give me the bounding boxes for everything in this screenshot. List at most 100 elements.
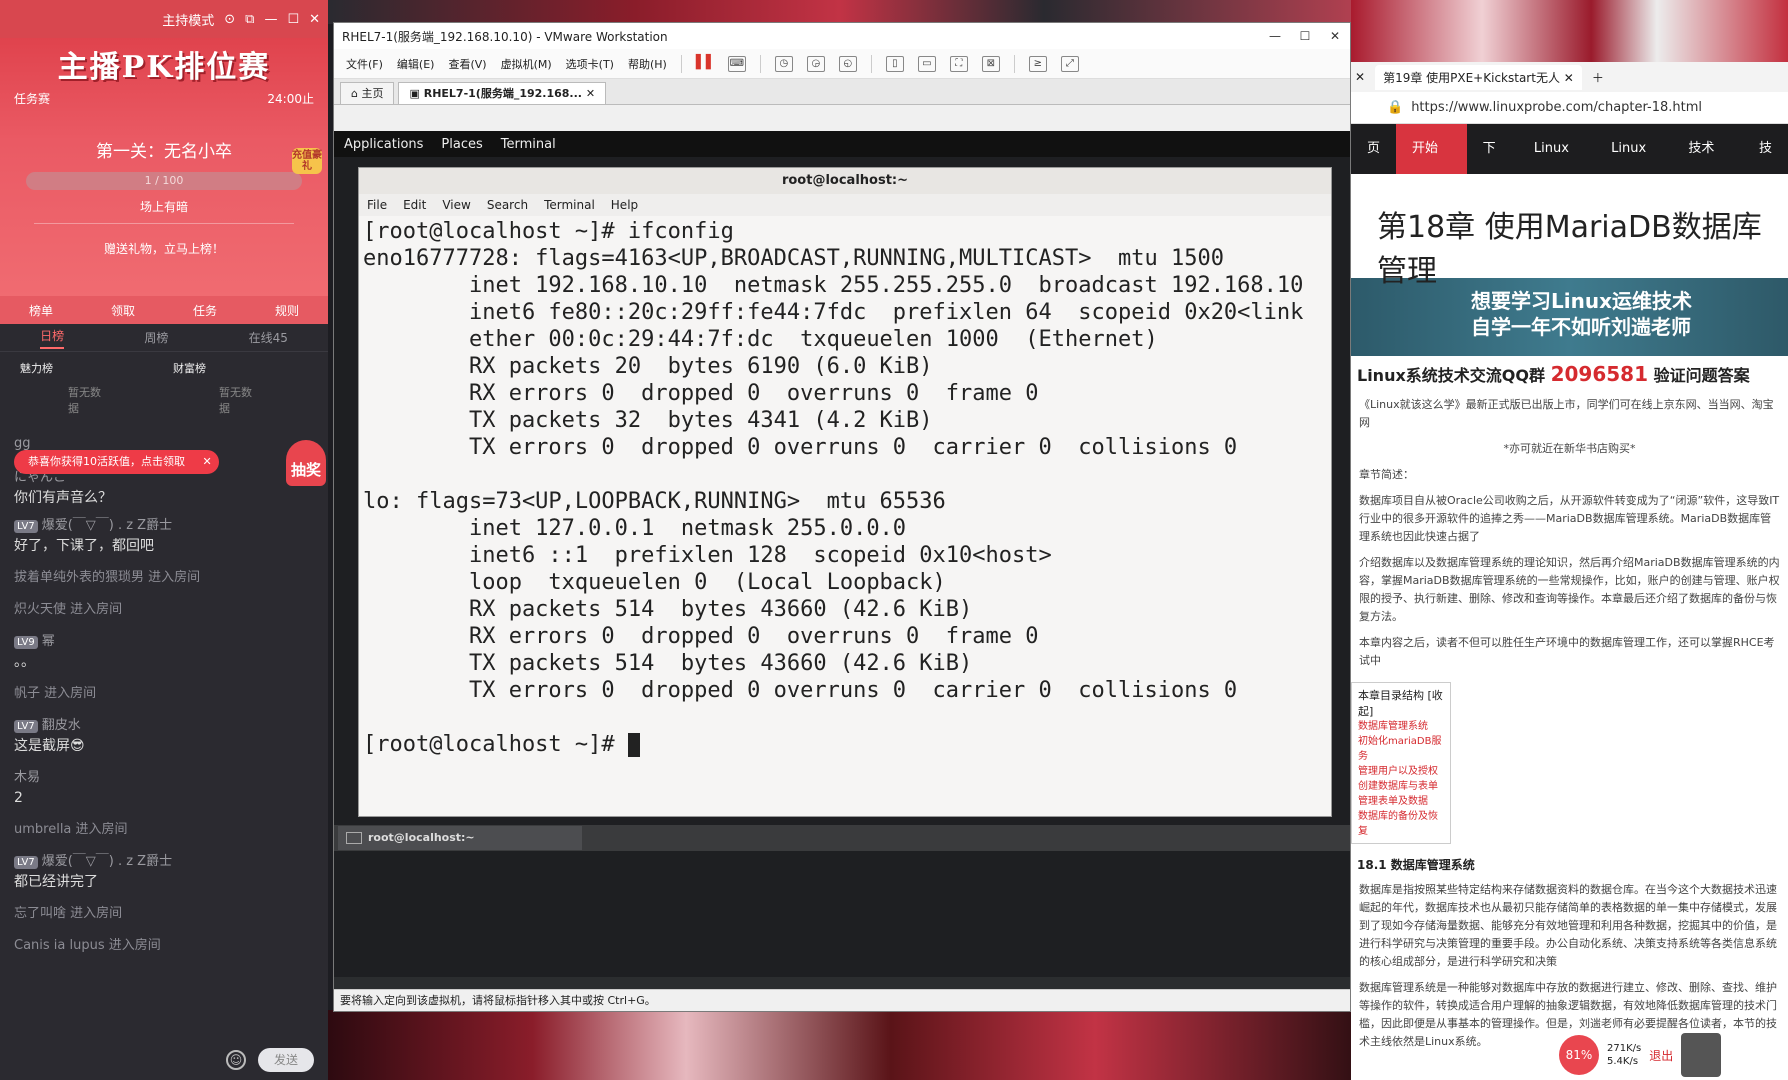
close-icon[interactable]: ✕ (1564, 71, 1574, 85)
tray-widget: 81% 271K/s 5.4K/s 退出 (1553, 1030, 1788, 1080)
level-badge: LV7 (14, 720, 38, 733)
reward-toast[interactable]: 恭喜你获得10活跃值，点击领取 ✕ (14, 450, 219, 474)
taskbar-terminal-item[interactable]: root@localhost:~ (338, 826, 582, 850)
terminal-line: lo: flags=73<UP,LOOPBACK,RUNNING> mtu 65… (363, 489, 946, 514)
popout-icon[interactable]: ⧉ (245, 12, 254, 27)
memory-percent[interactable]: 81% (1559, 1035, 1599, 1075)
tab-task[interactable]: 任务 (193, 302, 217, 319)
nav-item-download[interactable]: 下载 (1467, 124, 1518, 206)
tab-weekly[interactable]: 周榜 (144, 329, 168, 346)
terminal-menu-search[interactable]: Search (487, 194, 528, 216)
paragraph: 介绍数据库以及数据库管理系统的理论知识，然后再介绍MariaDB数据库管理系统的… (1359, 556, 1780, 623)
close-icon[interactable]: ✕ (1355, 70, 1365, 84)
terminal-menubar: File Edit View Search Terminal Help (359, 194, 1331, 216)
menu-help[interactable]: 帮助(H) (628, 56, 667, 72)
terminal-menu-terminal[interactable]: Terminal (544, 194, 595, 216)
maximize-icon[interactable]: ☐ (1290, 29, 1320, 43)
menu-vm[interactable]: 虚拟机(M) (501, 56, 552, 72)
nav-item[interactable]: 技 (1743, 124, 1788, 174)
ad-line: 想要学习Linux运维技术 (1471, 289, 1692, 313)
terminal-line: TX errors 0 dropped 0 overruns 0 carrier… (363, 435, 1238, 460)
terminal-menu-file[interactable]: File (367, 194, 387, 216)
toc-link[interactable]: 创建数据库与表单 (1358, 779, 1444, 794)
thumbnail-icon[interactable]: ▭ (917, 55, 936, 72)
stretch-icon[interactable]: ⤢ (1060, 55, 1079, 72)
terminal-line: eno16777728: flags=4163<UP,BROADCAST,RUN… (363, 246, 1224, 271)
tab-home[interactable]: ⌂ 主页 (340, 82, 395, 104)
chat-text: 。。 (14, 654, 35, 670)
places-menu[interactable]: Places (441, 137, 482, 152)
minimize-icon[interactable]: — (264, 12, 277, 27)
close-icon[interactable]: ✕ (1320, 29, 1350, 43)
toc-link[interactable]: 管理表单及数据 (1358, 794, 1444, 809)
tab-rank[interactable]: 榜单 (29, 302, 53, 319)
pause-icon[interactable]: ▌▌ (696, 55, 716, 72)
terminal-line: inet 127.0.0.1 netmask 255.0.0.0 (363, 516, 907, 541)
chat-message: LV7 爆爱(￣▽￣) . z Z爵士 好了，下课了，都回吧 (14, 516, 314, 556)
vmware-window: RHEL7-1(服务端_192.168.10.10) - VMware Work… (333, 22, 1351, 1012)
url-text[interactable]: https://www.linuxprobe.com/chapter-18.ht… (1411, 100, 1702, 115)
stage-title: 第一关：无名小卒 (96, 142, 232, 162)
terminal-window[interactable]: root@localhost:~ File Edit View Search T… (358, 167, 1332, 817)
nav-item[interactable]: 页 (1351, 124, 1396, 174)
minimize-icon[interactable]: — (1260, 29, 1290, 43)
event-banner[interactable]: 主播PK排位赛 任务赛 24:00止 第一关：无名小卒 1 / 100 场上有暗… (0, 38, 328, 296)
nav-item-tech[interactable]: 技术干货 (1672, 124, 1743, 206)
tab-vm[interactable]: ▣ RHEL7-1(服务端_192.168... ✕ (398, 82, 607, 104)
nav-item-news[interactable]: Linux资讯 (1518, 124, 1595, 206)
terminal-line: RX errors 0 dropped 0 overruns 0 frame 0 (363, 624, 1039, 649)
guest-desktop[interactable]: Applications Places Terminal root@localh… (334, 131, 1350, 1011)
terminal-app-menu[interactable]: Terminal (501, 137, 556, 152)
nav-item-start-reading[interactable]: 开始读书 (1396, 124, 1467, 206)
qq-number: 2096581 (1550, 362, 1648, 386)
menu-tabs[interactable]: 选项卡(T) (566, 56, 614, 72)
send-keys-icon[interactable]: ⌨ (727, 55, 746, 72)
tab-online[interactable]: 在线45 (249, 329, 288, 346)
close-icon[interactable]: ✕ (309, 12, 320, 27)
close-icon[interactable]: ✕ (586, 87, 595, 100)
snapshot-icon[interactable]: ◷ (774, 55, 793, 72)
lottery-button[interactable]: 抽奖 (286, 440, 326, 486)
settings-icon[interactable]: ⊙ (224, 12, 235, 27)
qq-suffix: 验证问题答案 (1653, 366, 1750, 385)
nav-item-books[interactable]: Linux书籍 (1595, 124, 1672, 206)
terminal-menu-view[interactable]: View (442, 194, 470, 216)
library-icon[interactable]: ▯ (885, 55, 904, 72)
terminal-menu-help[interactable]: Help (611, 194, 638, 216)
applications-menu[interactable]: Applications (344, 137, 423, 152)
unity-icon[interactable]: ⊠ (981, 55, 1000, 72)
menu-edit[interactable]: 编辑(E) (397, 56, 435, 72)
tab-rules[interactable]: 规则 (275, 302, 299, 319)
chat-enter-notice: 炽火天使 进入房间 (14, 602, 123, 617)
chat-enter-notice: 帆子 进入房间 (14, 686, 97, 701)
toc-link[interactable]: 数据库管理系统 (1358, 719, 1444, 734)
chat-enter-notice: Canis ia lupus 进入房间 (14, 938, 161, 953)
toc-link[interactable]: 管理用户以及授权 (1358, 764, 1444, 779)
promo-text: 《Linux就该这么学》最新正式版已出版上市，同学们可在线上京东网、当当网、淘宝… (1359, 398, 1774, 429)
period-tabs: 日榜 周榜 在线45 (0, 324, 328, 352)
browser-tab[interactable]: 第19章 使用PXE+Kickstart无人 ✕ (1375, 64, 1582, 90)
address-bar[interactable]: 🔒 https://www.linuxprobe.com/chapter-18.… (1351, 92, 1788, 124)
taskbar-label: root@localhost:~ (368, 831, 475, 844)
new-tab-icon[interactable]: ＋ (1592, 69, 1604, 86)
exit-button[interactable]: 退出 (1649, 1047, 1673, 1064)
terminal-menu-edit[interactable]: Edit (403, 194, 426, 216)
section-heading: 18.1 数据库管理系统 (1357, 858, 1475, 872)
tab-daily[interactable]: 日榜 (40, 327, 65, 349)
maximize-icon[interactable]: ☐ (287, 12, 299, 27)
menu-view[interactable]: 查看(V) (448, 56, 486, 72)
terminal-output[interactable]: [root@localhost ~]# ifconfig eno16777728… (359, 216, 1331, 812)
tab-claim[interactable]: 领取 (111, 302, 135, 319)
toc-link[interactable]: 初始化mariaDB服务 (1358, 734, 1444, 764)
recharge-badge[interactable]: 充值豪礼 (292, 148, 322, 174)
revert-snapshot-icon[interactable]: ◶ (806, 55, 825, 72)
console-icon[interactable]: ≥ (1028, 55, 1047, 72)
fullscreen-icon[interactable]: ⛶ (949, 55, 968, 72)
toc-link[interactable]: 数据库的备份及恢复 (1358, 809, 1444, 839)
emoji-icon[interactable]: ☺ (226, 1050, 246, 1070)
send-button[interactable]: 发送 (258, 1048, 314, 1072)
snapshot-manager-icon[interactable]: ◵ (838, 55, 857, 72)
close-icon[interactable]: ✕ (203, 455, 212, 468)
menu-file[interactable]: 文件(F) (346, 56, 383, 72)
toc-title[interactable]: 本章目录结构 [收起] (1358, 687, 1444, 719)
